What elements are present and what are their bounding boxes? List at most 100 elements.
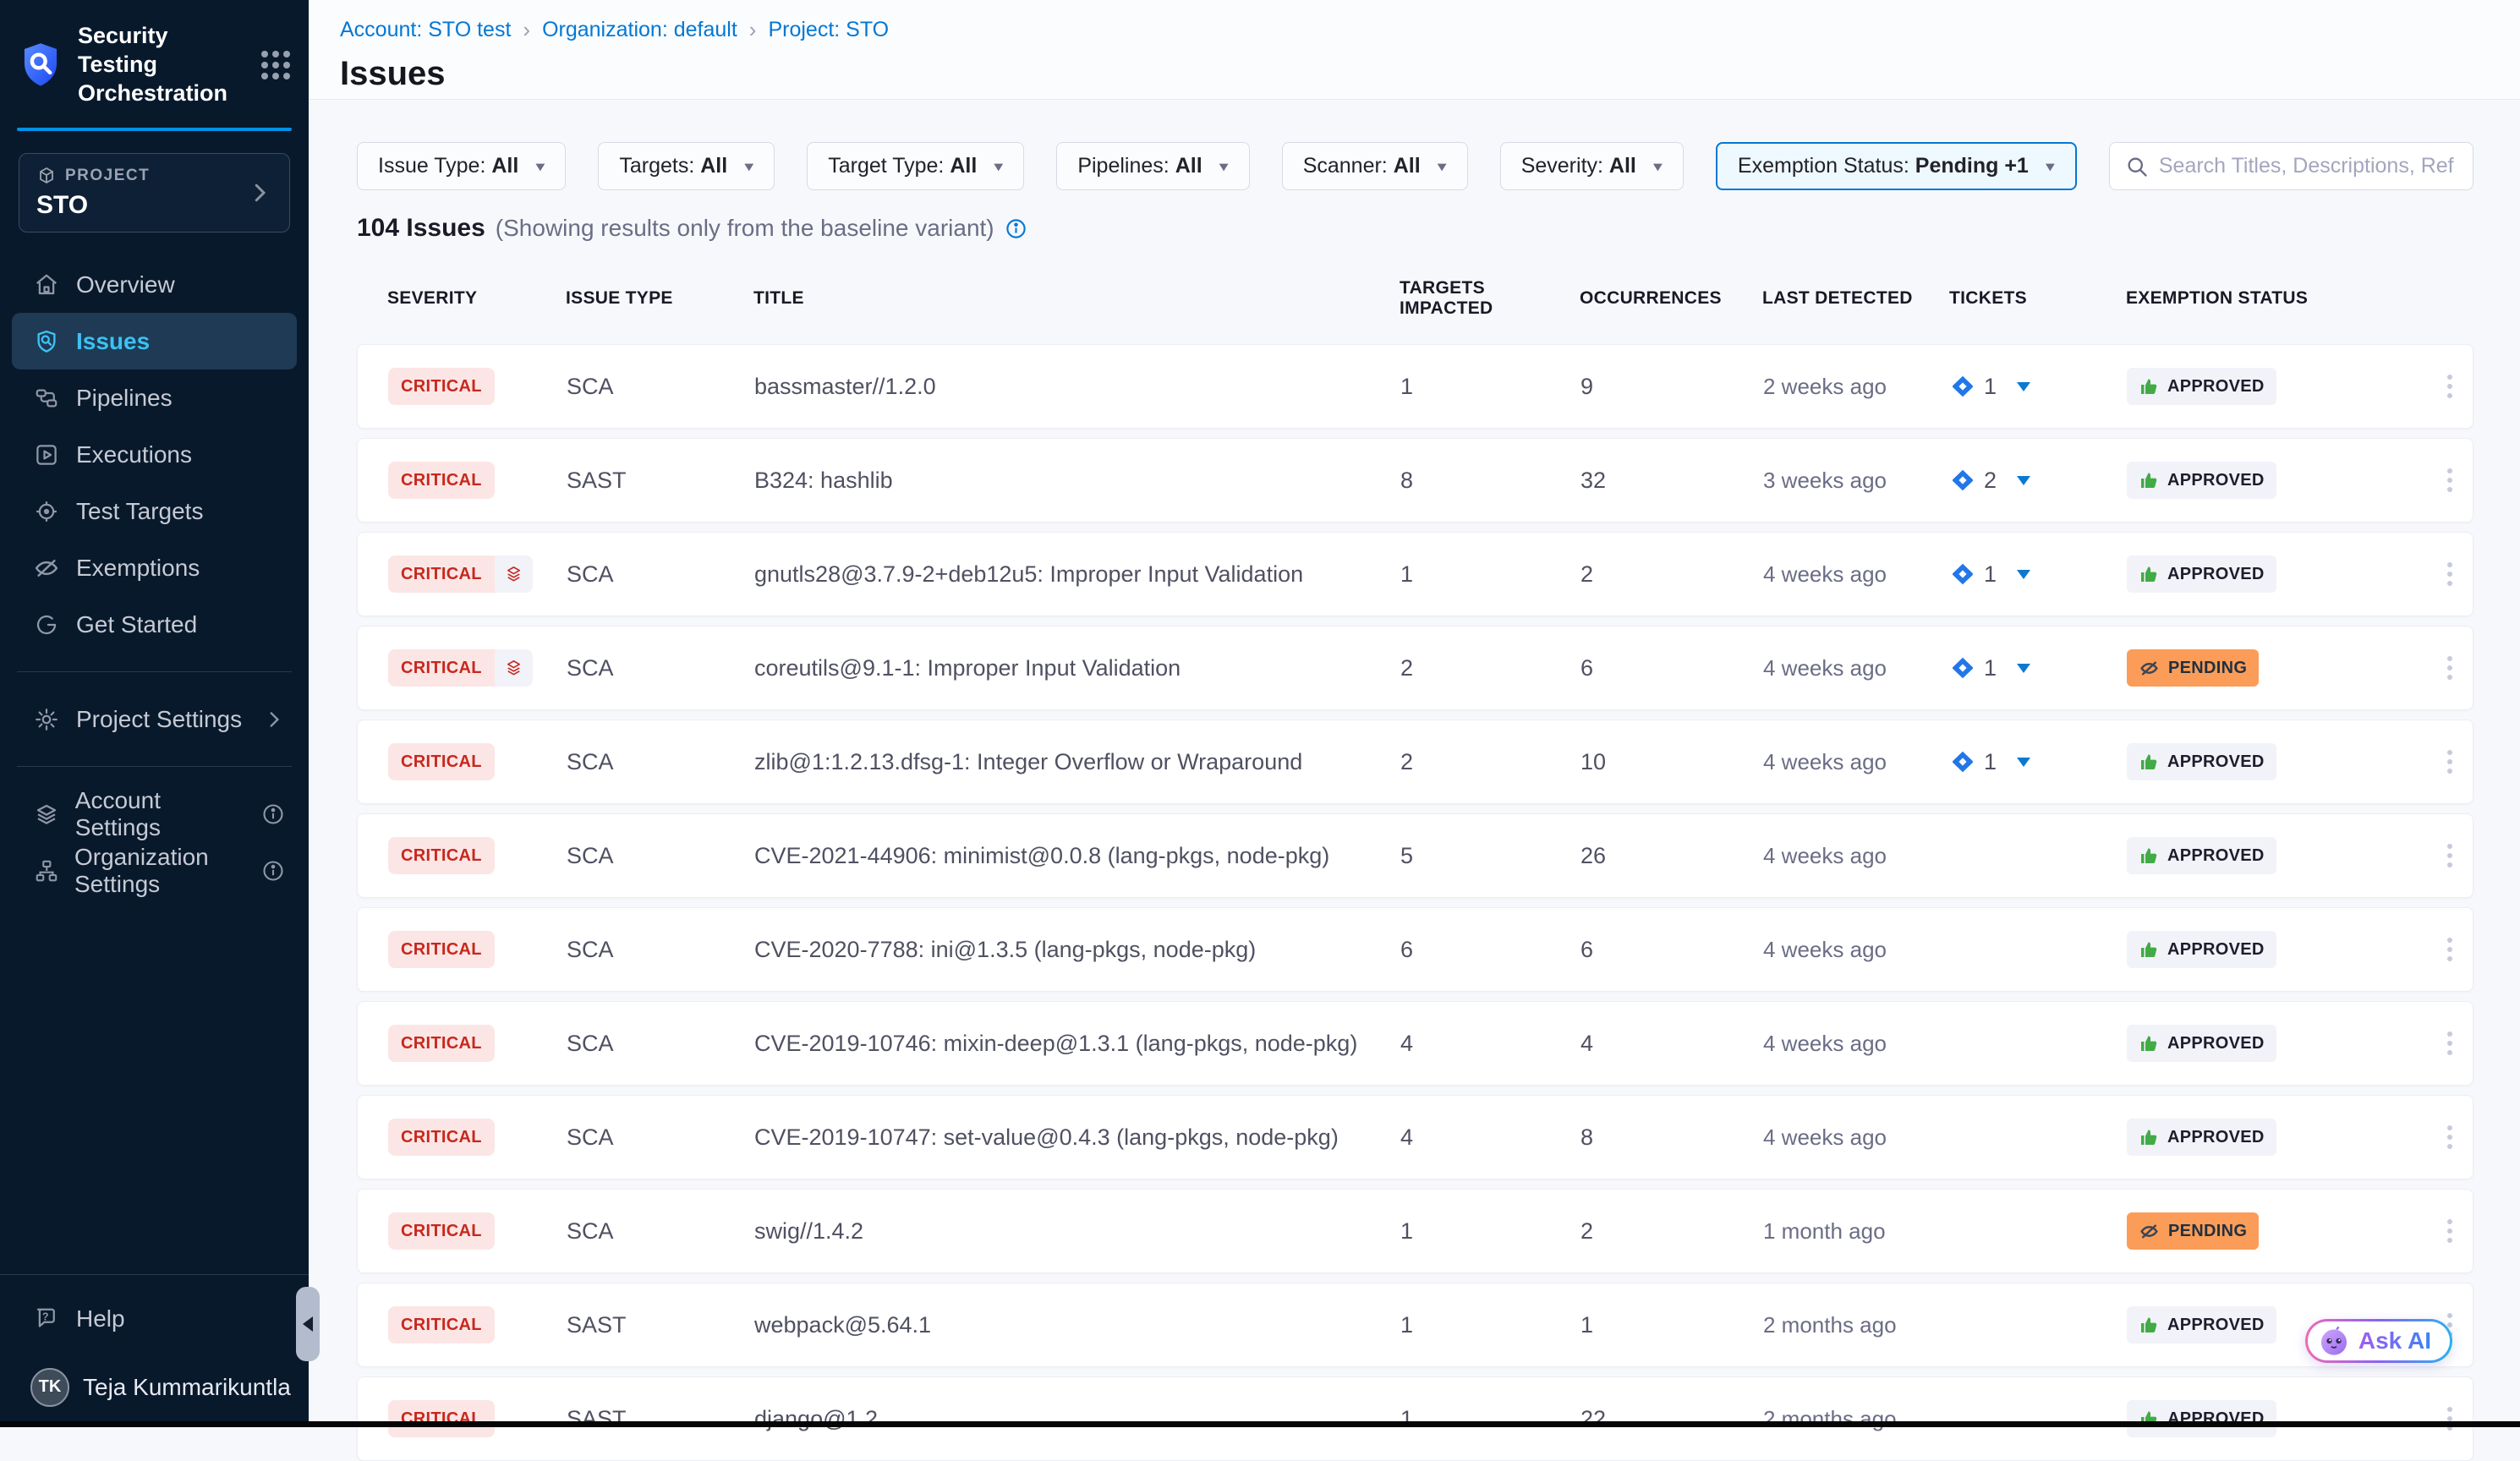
breadcrumb-account[interactable]: Account: STO test xyxy=(340,18,511,42)
filter-value: All xyxy=(950,154,977,178)
sidebar-item-test-targets[interactable]: Test Targets xyxy=(0,483,309,539)
row-menu-button[interactable] xyxy=(2439,1023,2461,1064)
app-title: Security Testing Orchestration xyxy=(78,22,246,107)
filter-target-type[interactable]: Target Type: All ▾ xyxy=(807,142,1024,190)
filter-issue-type[interactable]: Issue Type: All ▾ xyxy=(357,142,566,190)
ticket-cell[interactable]: 1 xyxy=(1950,561,2127,588)
ask-ai-button[interactable]: Ask AI xyxy=(2305,1319,2452,1363)
exemption-status-badge: APPROVED xyxy=(2127,1119,2276,1156)
filter-scanner[interactable]: Scanner: All ▾ xyxy=(1282,142,1468,190)
sidebar-item-help[interactable]: ? Help xyxy=(0,1290,309,1347)
filter-severity[interactable]: Severity: All ▾ xyxy=(1500,142,1684,190)
sidebar-item-label: Issues xyxy=(76,328,150,355)
row-menu-button[interactable] xyxy=(2439,929,2461,970)
last-detected: 4 weeks ago xyxy=(1763,843,1950,869)
row-menu-button[interactable] xyxy=(2439,366,2461,407)
chevron-right-icon xyxy=(247,180,272,205)
issue-title: CVE-2019-10746: mixin-deep@1.3.1 (lang-p… xyxy=(754,1031,1400,1057)
ticket-cell[interactable]: 1 xyxy=(1950,749,2127,775)
search-icon xyxy=(2125,155,2149,178)
breadcrumb-organization[interactable]: Organization: default xyxy=(542,18,737,42)
exemption-status-badge: APPROVED xyxy=(2127,462,2276,499)
user-profile[interactable]: TK Teja Kummarikuntla xyxy=(0,1359,309,1415)
jira-ticket-icon xyxy=(1950,374,1975,399)
ticket-cell[interactable]: 2 xyxy=(1950,468,2127,494)
table-row[interactable]: CRITICAL SCA bassmaster//1.2.0 1 9 2 wee… xyxy=(357,344,2473,429)
info-icon[interactable] xyxy=(261,859,285,883)
table-row[interactable]: CRITICAL SCA zlib@1:1.2.13.dfsg-1: Integ… xyxy=(357,720,2473,804)
table-row[interactable]: CRITICAL SAST django@1.2 1 22 2 months a… xyxy=(357,1376,2473,1461)
issue-title: CVE-2019-10747: set-value@0.4.3 (lang-pk… xyxy=(754,1124,1400,1151)
table-row[interactable]: CRITICAL SCA CVE-2021-44906: minimist@0.… xyxy=(357,813,2473,898)
info-icon[interactable] xyxy=(261,802,285,826)
row-menu-button[interactable] xyxy=(2439,1117,2461,1157)
sidebar-item-executions[interactable]: Executions xyxy=(0,426,309,483)
row-menu-button[interactable] xyxy=(2439,648,2461,688)
filter-pipelines[interactable]: Pipelines: All ▾ xyxy=(1056,142,1249,190)
sidebar-item-get-started[interactable]: Get Started xyxy=(0,596,309,653)
occurrences: 2 xyxy=(1580,1218,1763,1245)
ticket-cell[interactable]: 1 xyxy=(1950,374,2127,400)
sidebar-collapse-handle[interactable] xyxy=(296,1287,320,1361)
exemption-status-label: APPROVED xyxy=(2167,377,2265,397)
table-row[interactable]: CRITICAL SAST B324: hashlib 8 32 3 weeks… xyxy=(357,438,2473,523)
severity-label: CRITICAL xyxy=(388,1212,495,1250)
targets-impacted: 2 xyxy=(1400,655,1580,681)
issue-type: SCA xyxy=(567,374,754,400)
table-row[interactable]: CRITICAL SCA CVE-2020-7788: ini@1.3.5 (l… xyxy=(357,907,2473,992)
row-menu-button[interactable] xyxy=(2439,741,2461,782)
ticket-cell[interactable]: 1 xyxy=(1950,655,2127,681)
issues-summary: 104 Issues (Showing results only from th… xyxy=(357,214,2473,243)
filters-toolbar: Issue Type: All ▾ Targets: All ▾ Target … xyxy=(357,142,2473,190)
table-row[interactable]: CRITICAL SCA swig//1.4.2 1 2 1 month ago xyxy=(357,1189,2473,1273)
table-row[interactable]: CRITICAL SCA CVE-2019-10746: mixin-deep@… xyxy=(357,1001,2473,1086)
table-row[interactable]: CRITICAL SCA coreutils@9.1-1: Improper I… xyxy=(357,626,2473,710)
row-menu-button[interactable] xyxy=(2439,835,2461,876)
sidebar-item-label: Overview xyxy=(76,271,175,298)
targets-impacted: 1 xyxy=(1400,1312,1580,1338)
exemption-status-label: PENDING xyxy=(2168,1222,2247,1241)
row-menu-button[interactable] xyxy=(2439,554,2461,594)
severity-badge: CRITICAL xyxy=(388,555,533,593)
row-menu-button[interactable] xyxy=(2439,460,2461,501)
chevron-down-icon: ▾ xyxy=(1219,157,1229,175)
sidebar-item-issues[interactable]: Issues xyxy=(12,313,297,369)
table-row[interactable]: CRITICAL SAST webpack@5.64.1 1 1 2 month… xyxy=(357,1283,2473,1367)
pipelines-icon xyxy=(34,385,61,412)
sidebar-item-overview[interactable]: Overview xyxy=(0,256,309,313)
filter-targets[interactable]: Targets: All ▾ xyxy=(598,142,775,190)
last-detected: 3 weeks ago xyxy=(1763,468,1950,494)
project-name: STO xyxy=(36,191,247,220)
exemption-status-badge: APPROVED xyxy=(2127,743,2276,780)
project-selector[interactable]: PROJECT STO xyxy=(19,153,290,233)
sidebar-item-label: Pipelines xyxy=(76,385,173,412)
sidebar-item-exemptions[interactable]: Exemptions xyxy=(0,539,309,596)
exemption-status-badge: PENDING xyxy=(2127,1212,2259,1250)
sidebar-item-account-settings[interactable]: Account Settings xyxy=(0,785,309,842)
severity-badge: CRITICAL xyxy=(388,837,495,874)
targets-impacted: 1 xyxy=(1400,1406,1580,1432)
column-header-targets-impacted: TARGETS IMPACTED xyxy=(1400,278,1580,319)
sidebar-item-pipelines[interactable]: Pipelines xyxy=(0,369,309,426)
column-header-tickets: TICKETS xyxy=(1949,288,2126,309)
sidebar-item-project-settings[interactable]: Project Settings xyxy=(0,691,309,747)
filter-label: Issue Type: xyxy=(378,154,485,178)
ticket-count: 1 xyxy=(1984,655,1997,681)
ticket-count: 2 xyxy=(1984,468,1997,494)
table-row[interactable]: CRITICAL SCA CVE-2019-10747: set-value@0… xyxy=(357,1095,2473,1179)
app-switcher-icon[interactable] xyxy=(261,51,290,79)
exemption-status-label: APPROVED xyxy=(2167,471,2265,490)
search-box xyxy=(2109,142,2473,190)
chevron-down-icon xyxy=(2017,476,2030,485)
table-row[interactable]: CRITICAL SCA gnutls28@3.7.9-2+deb12u5: I… xyxy=(357,532,2473,616)
sidebar-item-organization-settings[interactable]: Organization Settings xyxy=(0,842,309,899)
breadcrumb-project[interactable]: Project: STO xyxy=(768,18,889,42)
jira-ticket-icon xyxy=(1950,561,1975,587)
filter-exemption-status[interactable]: Exemption Status: Pending +1 ▾ xyxy=(1716,142,2077,190)
exemption-status-badge: PENDING xyxy=(2127,649,2259,687)
info-icon[interactable] xyxy=(1005,217,1027,240)
row-menu-button[interactable] xyxy=(2439,1398,2461,1439)
row-menu-button[interactable] xyxy=(2439,1211,2461,1251)
issue-title: coreutils@9.1-1: Improper Input Validati… xyxy=(754,655,1400,681)
search-input[interactable] xyxy=(2159,154,2457,178)
